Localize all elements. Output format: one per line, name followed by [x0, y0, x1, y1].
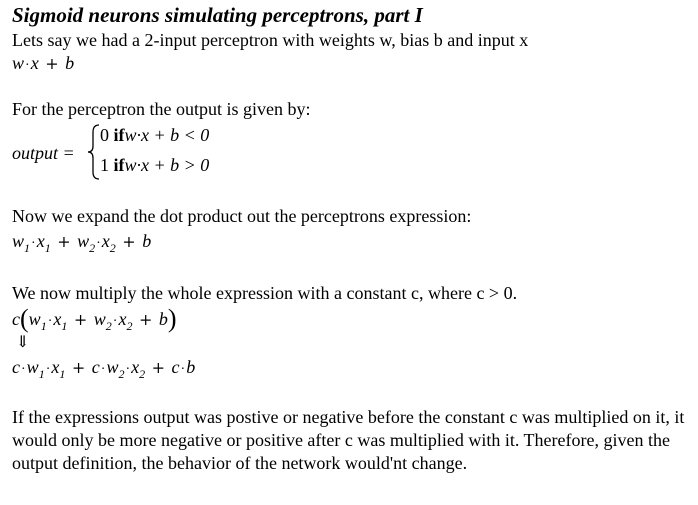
expression-distributed: c·w1·x1 + c·w2·x2 + c·b — [12, 356, 195, 381]
expression-expanded: w1·x1 + w2·x2 + b — [12, 230, 151, 255]
intro-text: Lets say we had a 2-input perceptron wit… — [12, 30, 529, 50]
case-row-positive: 1 ifw·x + b > 0 — [100, 154, 209, 176]
symbol-plus: + — [45, 54, 59, 73]
subscript-1: 1 — [40, 319, 47, 333]
output-intro-text: For the perceptron the output is given b… — [12, 99, 311, 119]
symbol-b: b — [142, 231, 152, 251]
output-label-text: output = — [12, 143, 75, 163]
symbol-c: c — [12, 357, 20, 377]
symbol-c: c — [171, 357, 180, 377]
symbol-b: b — [158, 309, 168, 329]
subscript-1: 1 — [59, 367, 66, 381]
expression-scaled: c(w1·x1 + w2·x2 + b) — [12, 304, 177, 334]
symbol-c: c — [91, 357, 100, 377]
conclusion-paragraph: If the expressions output was postive or… — [12, 407, 685, 473]
symbol-w: w — [12, 53, 25, 73]
symbol-w: w — [77, 231, 90, 251]
right-paren: ) — [167, 304, 177, 333]
expand-intro-text: Now we expand the dot product out the pe… — [12, 206, 472, 226]
symbol-b: b — [186, 357, 196, 377]
page-title: Sigmoid neurons simulating perceptrons, … — [12, 3, 423, 27]
symbol-plus: + — [122, 232, 136, 251]
subscript-1: 1 — [38, 367, 45, 381]
symbol-dot: · — [21, 362, 26, 377]
symbol-x: x — [30, 53, 39, 73]
symbol-x: x — [101, 231, 110, 251]
case-condition: w·x + b < 0 — [124, 125, 210, 145]
multiply-intro-text: We now multiply the whole expression wit… — [12, 283, 518, 303]
symbol-dot: · — [31, 236, 36, 251]
case-condition: w·x + b > 0 — [124, 155, 210, 175]
symbol-b: b — [65, 53, 75, 73]
symbol-plus: + — [57, 232, 71, 251]
subscript-2: 2 — [118, 367, 125, 381]
symbol-x: x — [36, 231, 45, 251]
subscript-1: 1 — [61, 319, 68, 333]
subscript-2: 2 — [109, 241, 116, 255]
case-value: 0 — [100, 125, 109, 145]
subscript-2: 2 — [105, 319, 112, 333]
subscript-1: 1 — [24, 241, 31, 255]
symbol-x: x — [131, 357, 140, 377]
symbol-w: w — [26, 357, 39, 377]
symbol-plus: + — [73, 310, 88, 329]
subscript-2: 2 — [89, 241, 96, 255]
case-if-keyword: if — [113, 155, 125, 175]
symbol-w: w — [28, 309, 41, 329]
symbol-c: c — [12, 309, 20, 329]
expression-wx-plus-b: w·x + b — [12, 52, 74, 77]
output-label: output = — [12, 142, 75, 164]
symbol-plus: + — [138, 310, 153, 329]
left-brace-icon — [87, 124, 100, 180]
symbol-dot: · — [96, 236, 101, 251]
document-page: Sigmoid neurons simulating perceptrons, … — [12, 0, 692, 505]
symbol-w: w — [106, 357, 119, 377]
left-paren: ( — [20, 304, 29, 333]
case-row-negative: 0 ifw·x + b < 0 — [100, 124, 209, 146]
subscript-1: 1 — [44, 241, 51, 255]
subscript-2: 2 — [126, 319, 133, 333]
symbol-w: w — [93, 309, 106, 329]
symbol-plus: + — [151, 358, 166, 377]
case-value: 1 — [100, 155, 109, 175]
case-if-keyword: if — [113, 125, 125, 145]
implies-arrow-icon: ⇓ — [16, 334, 30, 351]
symbol-plus: + — [71, 358, 86, 377]
symbol-dot: · — [25, 58, 30, 73]
symbol-w: w — [12, 231, 25, 251]
subscript-2: 2 — [139, 367, 146, 381]
